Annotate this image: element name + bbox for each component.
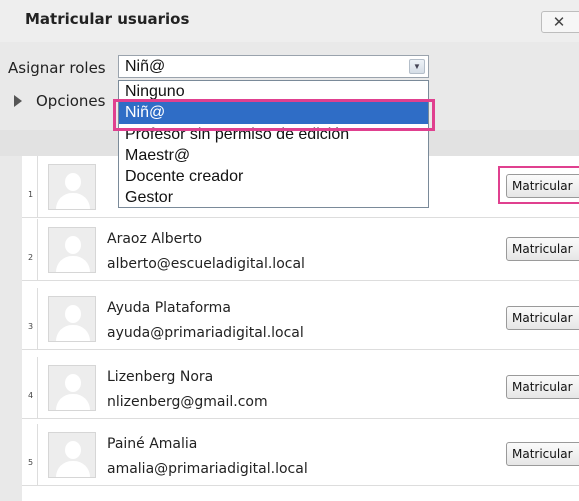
avatar [48, 227, 96, 273]
row-number-cell [22, 357, 38, 418]
user-name: Ayuda Plataforma [107, 300, 231, 316]
chevron-down-icon[interactable]: ▼ [409, 59, 425, 74]
assign-roles-select[interactable]: Niñ@ ▼ [118, 55, 429, 78]
enrol-button[interactable]: Matricular [506, 237, 579, 261]
user-name: Araoz Alberto [107, 231, 203, 247]
avatar [48, 432, 96, 478]
assign-roles-label: Asignar roles [8, 59, 106, 77]
options-toggle[interactable]: Opciones [14, 92, 105, 110]
user-name: Painé Amalia [107, 436, 198, 452]
enrol-button-highlight [498, 166, 579, 204]
user-row: 4 Lizenberg Nora nlizenberg@gmail.com Ma… [22, 357, 579, 419]
enrol-button[interactable]: Matricular [506, 375, 579, 399]
avatar [48, 365, 96, 411]
close-icon: ✕ [552, 13, 566, 31]
row-number: 4 [28, 391, 34, 400]
row-number: 5 [28, 458, 34, 467]
role-option[interactable]: Gestor [119, 187, 428, 208]
dialog-title: Matricular usuarios [25, 10, 190, 28]
dialog-titlebar: Matricular usuarios ✕ [0, 0, 579, 42]
triangle-right-icon [14, 95, 22, 107]
user-email: amalia@primariadigital.local [107, 461, 308, 477]
avatar [48, 164, 96, 210]
row-number: 3 [28, 322, 34, 331]
row-number-cell [22, 219, 38, 280]
row-number-cell [22, 288, 38, 349]
close-button[interactable]: ✕ [541, 11, 579, 33]
options-label: Opciones [36, 92, 106, 110]
selected-option-highlight [113, 99, 435, 131]
user-row: 2 Araoz Alberto alberto@escueladigital.l… [22, 219, 579, 281]
row-number: 2 [28, 253, 34, 262]
user-name: Lizenberg Nora [107, 369, 214, 385]
user-row: 3 Ayuda Plataforma ayuda@primariadigital… [22, 288, 579, 350]
enrol-button[interactable]: Matricular [506, 442, 579, 466]
user-row: 5 Painé Amalia amalia@primariadigital.lo… [22, 424, 579, 486]
user-email: alberto@escueladigital.local [107, 256, 305, 272]
avatar [48, 296, 96, 342]
assign-roles-selected-value: Niñ@ [125, 58, 166, 75]
user-email: ayuda@primariadigital.local [107, 325, 304, 341]
row-number: 1 [28, 190, 34, 199]
row-number-cell [22, 156, 38, 217]
role-option[interactable]: Docente creador [119, 166, 428, 187]
role-option[interactable]: Maestr@ [119, 145, 428, 166]
user-email: nlizenberg@gmail.com [107, 394, 268, 410]
row-number-cell [22, 424, 38, 485]
enrol-users-dialog: Matricular usuarios ✕ Asignar roles Niñ@… [0, 0, 579, 501]
enrol-button[interactable]: Matricular [506, 306, 579, 330]
